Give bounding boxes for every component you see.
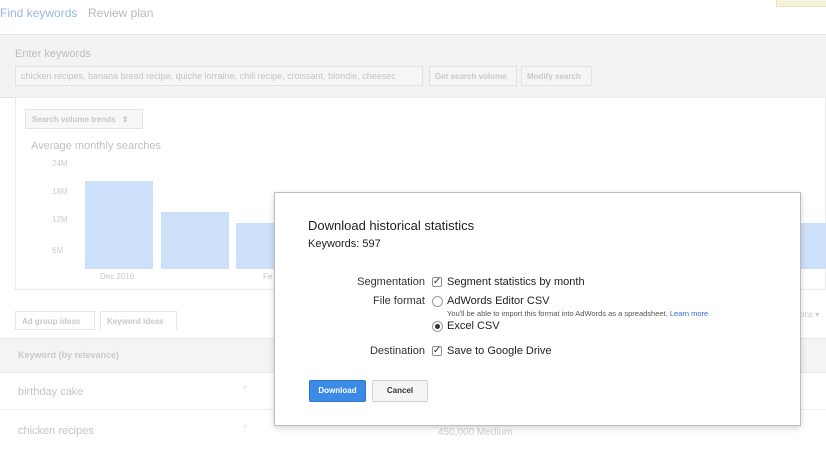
chart-icon[interactable]: ⌜ [243,386,248,397]
segment-by-month-label[interactable]: Segment statistics by month [447,276,585,288]
modify-search-button[interactable]: Modify search [521,66,592,86]
y-tick-18m: 18M [52,187,68,196]
check-icon: ✓ [432,276,442,287]
check-icon: ✓ [432,345,442,356]
tab-ad-group-ideas[interactable]: Ad group ideas [15,311,95,330]
chart-icon[interactable]: ⌜ [243,425,248,436]
column-header-keyword[interactable]: Keyword (by relevance) [18,350,119,360]
file-format-label: File format [373,295,425,307]
table-row-volume: 450,000 Medium [438,427,513,438]
get-search-volume-button[interactable]: Get search volume [429,66,517,86]
columns-menu-fragment[interactable]: ons ▾ [800,310,819,319]
tab-keyword-ideas[interactable]: Keyword ideas [100,311,177,330]
segment-by-month-checkbox[interactable]: ✓ [432,277,442,287]
table-row-keyword: chicken recipes [18,425,94,437]
enter-keywords-label: Enter keywords [15,48,91,60]
chevron-down-icon: ▾ [815,310,820,319]
tab-find-keywords[interactable]: Find keywords [0,6,77,20]
dialog-title: Download historical statistics [308,218,475,233]
y-tick-12m: 12M [52,215,68,224]
y-tick-24m: 24M [52,159,68,168]
adwords-editor-help-text: You'll be able to import this format int… [447,309,709,318]
save-to-drive-label[interactable]: Save to Google Drive [447,345,552,357]
cancel-button[interactable]: Cancel [372,380,428,402]
trends-dropdown[interactable]: Search volume trends ⇕ [25,109,143,129]
chart-bar [236,223,276,269]
y-tick-6m: 6M [52,246,64,255]
adwords-editor-csv-label[interactable]: AdWords Editor CSV [447,295,550,307]
excel-csv-radio[interactable] [432,321,443,332]
sort-arrows-icon: ⇕ [121,115,129,124]
segmentation-label: Segmentation [357,276,425,288]
excel-csv-label[interactable]: Excel CSV [447,320,500,332]
chart-title: Average monthly searches [31,140,162,152]
chart-bar [800,223,826,269]
corner-notification [776,0,826,7]
x-tick-feb: Fe [263,272,273,281]
dialog-keyword-count: Keywords: 597 [308,238,381,250]
keywords-input[interactable]: chicken recipes, banana bread recipe, qu… [15,66,423,86]
learn-more-link[interactable]: Learn more [670,309,708,318]
destination-label: Destination [369,345,425,357]
radio-selected-dot [435,324,440,329]
save-to-drive-checkbox[interactable]: ✓ [432,346,442,356]
trends-dropdown-label: Search volume trends [32,115,116,124]
tab-review-plan[interactable]: Review plan [88,6,153,20]
table-row-keyword: birthday cake [18,386,84,398]
x-tick-dec-2016: Dec 2016 [100,272,135,281]
chart-bar [161,212,229,269]
adwords-editor-csv-radio[interactable] [432,296,443,307]
chart-bar [85,181,153,269]
download-button[interactable]: Download [309,380,366,402]
